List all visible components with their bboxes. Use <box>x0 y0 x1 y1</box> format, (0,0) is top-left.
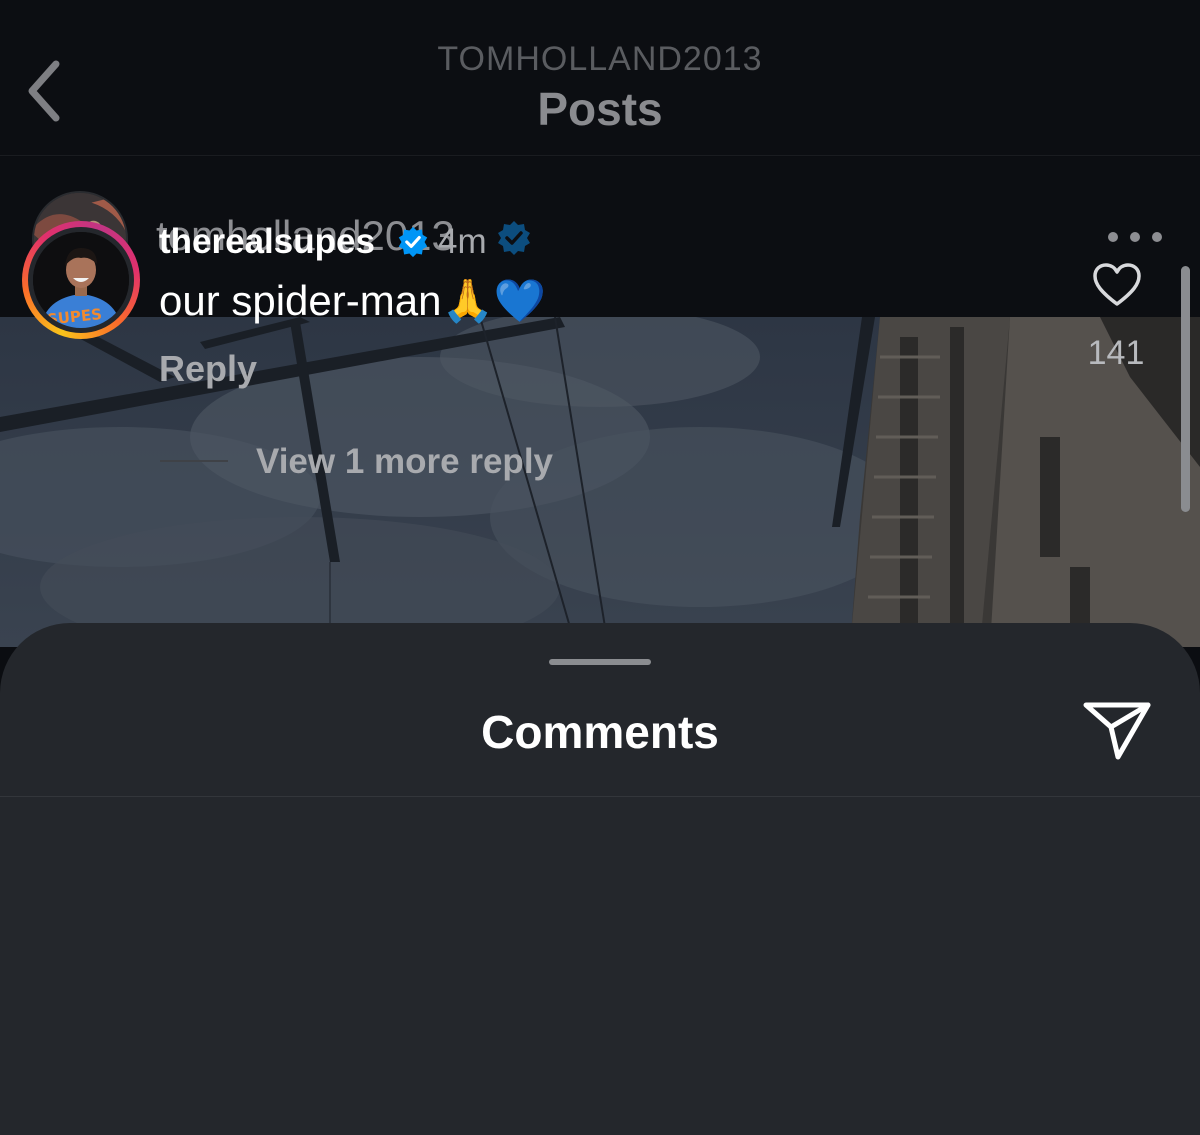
dot-icon <box>1108 232 1118 242</box>
header-account-name: TOMHOLLAND2013 <box>437 40 763 78</box>
comments-scrollbar[interactable] <box>1181 266 1190 512</box>
verified-badge-icon <box>496 220 532 256</box>
comment-timestamp: 4m <box>438 222 487 261</box>
comment-text: our spider-man🙏💙 <box>159 277 547 324</box>
commenter-avatar-image: SUPES <box>33 232 129 328</box>
screen: TOMHOLLAND2013 Posts tomholland2013 Comm… <box>0 0 1200 1135</box>
header-title: Posts <box>537 83 663 135</box>
sheet-divider <box>0 796 1200 797</box>
dot-icon <box>1130 232 1140 242</box>
comments-sheet: Comments <box>0 623 1200 1135</box>
verified-badge-icon <box>397 226 429 258</box>
like-comment-button[interactable] <box>1092 262 1142 308</box>
commenter-username[interactable]: therealsupes <box>159 222 375 262</box>
dot-icon <box>1152 232 1162 242</box>
comments-title: Comments <box>481 706 719 758</box>
post-options-button[interactable] <box>1108 228 1162 246</box>
comment-like-count: 141 <box>1087 334 1145 372</box>
commenter-avatar[interactable]: SUPES <box>22 221 140 339</box>
view-more-replies-button[interactable]: View 1 more reply <box>256 442 553 482</box>
heart-outline-icon <box>1093 263 1141 306</box>
paper-plane-icon <box>1083 702 1151 760</box>
share-button[interactable] <box>1080 697 1154 763</box>
top-navigation-bar: TOMHOLLAND2013 Posts <box>0 0 1200 156</box>
sheet-drag-handle[interactable] <box>549 659 651 665</box>
replies-divider-line <box>160 460 228 462</box>
reply-button[interactable]: Reply <box>159 348 257 390</box>
